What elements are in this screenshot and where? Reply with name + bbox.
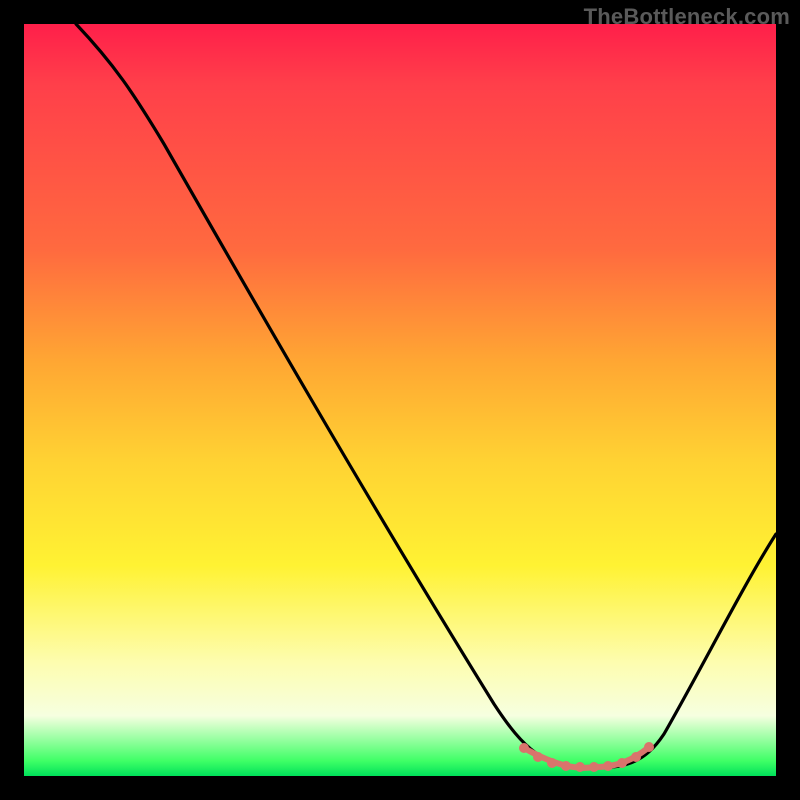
watermark-text: TheBottleneck.com (584, 4, 790, 30)
optimal-range-marker (519, 742, 654, 772)
bottleneck-curve (76, 24, 776, 768)
chart-svg (24, 24, 776, 776)
chart-frame (24, 24, 776, 776)
